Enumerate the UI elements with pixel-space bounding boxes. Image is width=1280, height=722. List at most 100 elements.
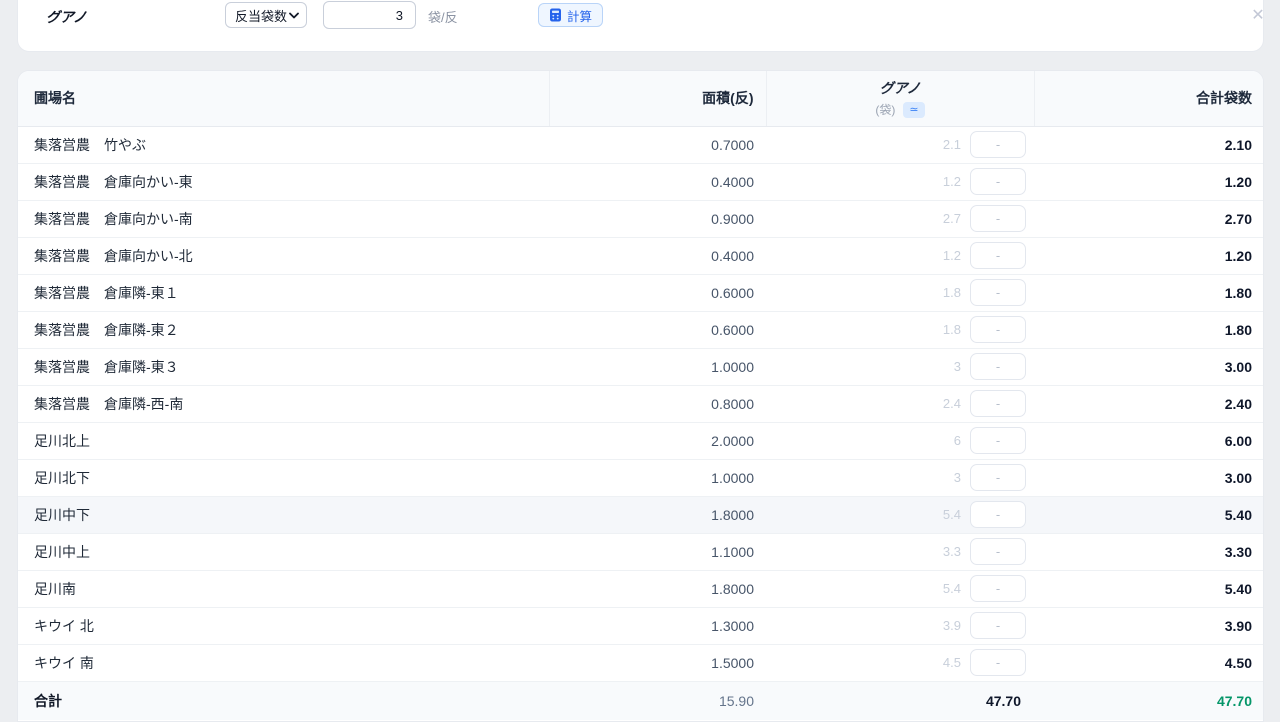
table-row: 足川中下 1.8000 5.4 5.40	[18, 496, 1264, 533]
table-row: 集落営農 倉庫隣-東１ 0.6000 1.8 1.80	[18, 274, 1264, 311]
bag-count-input[interactable]	[970, 575, 1026, 602]
field-area: 1.8000	[549, 496, 766, 533]
row-total-bags: 5.40	[1034, 570, 1264, 607]
field-name: 集落営農 倉庫隣-東２	[18, 311, 549, 348]
guano-cell: 5.4	[766, 496, 1034, 533]
row-total-bags: 1.80	[1034, 274, 1264, 311]
suggested-bags-value: 1.8	[943, 285, 961, 300]
row-total-bags: 2.40	[1034, 385, 1264, 422]
guano-cell: 3.3	[766, 533, 1034, 570]
guano-cell: 2.7	[766, 200, 1034, 237]
guano-cell: 1.2	[766, 237, 1034, 274]
header-total-bags: 合計袋数	[1034, 71, 1264, 126]
toolbar-row: グアノ 反当袋数 袋/反 計算 ✕	[18, 1, 1263, 31]
bag-count-input[interactable]	[970, 242, 1026, 269]
suggested-bags-value: 2.7	[943, 211, 961, 226]
field-area: 1.8000	[549, 570, 766, 607]
suggested-bags-value: 2.1	[943, 137, 961, 152]
field-area: 1.5000	[549, 644, 766, 681]
guano-cell: 5.4	[766, 570, 1034, 607]
row-total-bags: 1.20	[1034, 237, 1264, 274]
bag-count-input[interactable]	[970, 168, 1026, 195]
table-row: キウイ 北 1.3000 3.9 3.90	[18, 607, 1264, 644]
table-row: 足川北下 1.0000 3 3.00	[18, 459, 1264, 496]
rate-value-input[interactable]	[323, 1, 416, 29]
rate-unit-label: 袋/反	[428, 7, 458, 26]
fertilizer-settings-card: グアノ 反当袋数 袋/反 計算 ✕	[17, 0, 1264, 52]
bag-count-input[interactable]	[970, 612, 1026, 639]
rate-mode-select-value: 反当袋数	[235, 6, 287, 25]
guano-cell: 1.8	[766, 311, 1034, 348]
guano-cell: 2.1	[766, 126, 1034, 163]
table-row: 集落営農 竹やぶ 0.7000 2.1 2.10	[18, 126, 1264, 163]
suggested-bags-value: 4.5	[943, 655, 961, 670]
field-name: 集落営農 竹やぶ	[18, 126, 549, 163]
row-total-bags: 6.00	[1034, 422, 1264, 459]
calculate-button[interactable]: 計算	[538, 3, 603, 27]
bag-count-input[interactable]	[970, 131, 1026, 158]
guano-cell: 1.8	[766, 274, 1034, 311]
row-total-bags: 5.40	[1034, 496, 1264, 533]
guano-cell: 6	[766, 422, 1034, 459]
table-row: 集落営農 倉庫隣-東２ 0.6000 1.8 1.80	[18, 311, 1264, 348]
suggested-bags-value: 3	[954, 359, 961, 374]
bag-count-input[interactable]	[970, 538, 1026, 565]
suggested-bags-value: 3	[954, 470, 961, 485]
field-name: 集落営農 倉庫向かい-東	[18, 163, 549, 200]
bag-count-input[interactable]	[970, 205, 1026, 232]
suggested-bags-value: 1.8	[943, 322, 961, 337]
field-name: 足川北下	[18, 459, 549, 496]
field-area: 0.4000	[549, 163, 766, 200]
bag-count-input[interactable]	[970, 649, 1026, 676]
row-total-bags: 3.00	[1034, 459, 1264, 496]
bag-count-input[interactable]	[970, 353, 1026, 380]
field-area: 2.0000	[549, 422, 766, 459]
bag-count-input[interactable]	[970, 390, 1026, 417]
field-name: キウイ 南	[18, 644, 549, 681]
field-name: 足川南	[18, 570, 549, 607]
suggested-bags-value: 1.2	[943, 248, 961, 263]
field-area: 0.4000	[549, 237, 766, 274]
field-name: 集落営農 倉庫隣-東３	[18, 348, 549, 385]
calculator-icon	[549, 8, 562, 22]
close-icon[interactable]: ✕	[1246, 3, 1270, 27]
guano-cell: 4.5	[766, 644, 1034, 681]
field-name: 集落営農 倉庫隣-東１	[18, 274, 549, 311]
fields-table-card: 圃場名 面積(反) グアノ (袋) ≃ 合計袋数 集落営農 竹やぶ 0.7000…	[17, 70, 1264, 722]
table-row: 集落営農 倉庫向かい-東 0.4000 1.2 1.20	[18, 163, 1264, 200]
table-footer-row: 合計 15.90 47.70 47.70	[18, 681, 1264, 720]
bag-count-input[interactable]	[970, 427, 1026, 454]
bag-count-input[interactable]	[970, 279, 1026, 306]
footer-total-label: 合計	[18, 681, 549, 720]
table-row: 集落営農 倉庫向かい-北 0.4000 1.2 1.20	[18, 237, 1264, 274]
suggested-bags-value: 2.4	[943, 396, 961, 411]
table-row: 集落営農 倉庫隣-東３ 1.0000 3 3.00	[18, 348, 1264, 385]
fertilizer-title: グアノ	[46, 7, 87, 27]
table-header-row: 圃場名 面積(反) グアノ (袋) ≃ 合計袋数	[18, 71, 1264, 126]
footer-bags-total: 47.70	[1034, 681, 1264, 720]
header-guano: グアノ (袋) ≃	[766, 71, 1034, 126]
footer-area-total: 15.90	[549, 681, 766, 720]
guano-cell: 3	[766, 348, 1034, 385]
row-total-bags: 3.30	[1034, 533, 1264, 570]
row-total-bags: 1.80	[1034, 311, 1264, 348]
field-name: 集落営農 倉庫向かい-南	[18, 200, 549, 237]
rate-mode-select[interactable]: 反当袋数	[225, 2, 307, 28]
row-total-bags: 3.00	[1034, 348, 1264, 385]
bag-count-input[interactable]	[970, 501, 1026, 528]
row-total-bags: 2.10	[1034, 126, 1264, 163]
field-area: 0.6000	[549, 311, 766, 348]
field-name: 足川中上	[18, 533, 549, 570]
row-total-bags: 1.20	[1034, 163, 1264, 200]
chevron-down-icon	[289, 12, 299, 19]
bag-count-input[interactable]	[970, 464, 1026, 491]
bag-count-input[interactable]	[970, 316, 1026, 343]
suggested-bags-value: 3.3	[943, 544, 961, 559]
guano-cell: 3.9	[766, 607, 1034, 644]
suggested-bags-value: 1.2	[943, 174, 961, 189]
approx-badge[interactable]: ≃	[903, 102, 924, 118]
field-area: 0.7000	[549, 126, 766, 163]
table-row: 足川北上 2.0000 6 6.00	[18, 422, 1264, 459]
field-name: キウイ 北	[18, 607, 549, 644]
table-row: 足川南 1.8000 5.4 5.40	[18, 570, 1264, 607]
